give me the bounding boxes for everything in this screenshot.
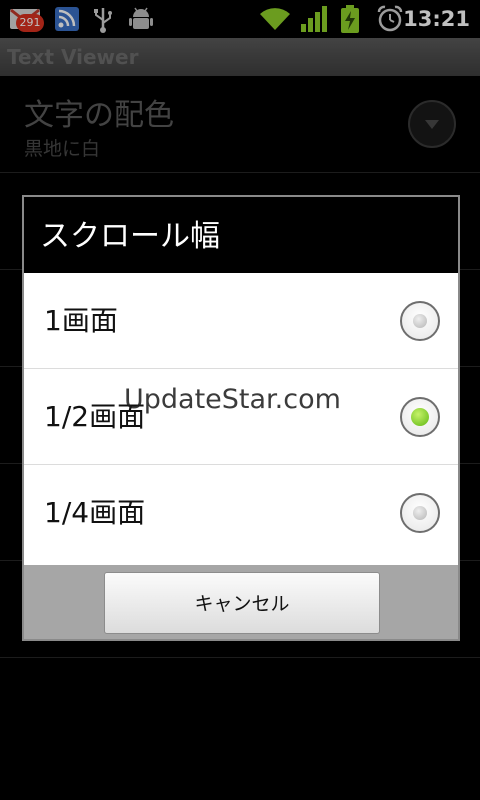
radio-button-checked[interactable] [400, 397, 440, 437]
scroll-width-dialog: スクロール幅 1画面 1/2画面 1/4画面 キャンセル [22, 195, 460, 641]
screen: 291 13:21 Text Viewer 文字の配色 黒地に白 スクロール幅 … [0, 0, 480, 800]
radio-dot-checked-icon [411, 408, 429, 426]
option-full-screen[interactable]: 1画面 [24, 273, 458, 369]
radio-button-unchecked[interactable] [400, 493, 440, 533]
radio-button-unchecked[interactable] [400, 301, 440, 341]
option-label: 1/2画面 [44, 400, 146, 433]
dialog-header: スクロール幅 [24, 197, 458, 273]
option-quarter-screen[interactable]: 1/4画面 [24, 465, 458, 565]
dialog-title: スクロール幅 [40, 219, 220, 254]
option-label: 1画面 [44, 304, 118, 337]
cancel-button[interactable]: キャンセル [104, 572, 380, 634]
option-label: 1/4画面 [44, 496, 146, 529]
radio-dot-icon [413, 506, 427, 520]
dialog-footer: キャンセル [24, 565, 458, 639]
radio-dot-icon [413, 314, 427, 328]
option-half-screen[interactable]: 1/2画面 [24, 369, 458, 465]
